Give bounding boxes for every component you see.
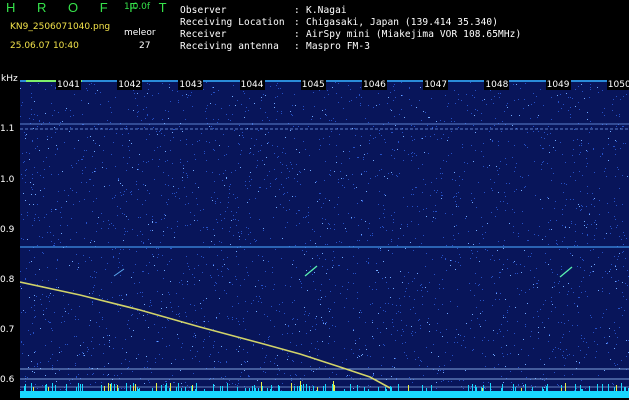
info-row-antenna: Receiving antenna : Maspro FM-3	[180, 40, 521, 52]
info-key: Receiving antenna	[180, 40, 279, 52]
info-value: Maspro FM-3	[306, 40, 371, 52]
info-value: AirSpy mini (Miakejima VOR 108.65MHz)	[306, 28, 522, 40]
baseline-band	[20, 391, 629, 398]
info-key: Observer	[180, 4, 227, 16]
info-value: K.Nagai	[306, 4, 347, 16]
meteor-echo	[113, 268, 125, 277]
noise-speckle	[20, 80, 629, 398]
x-tick-label: 1047	[423, 80, 449, 90]
y-tick-label: 0.7	[0, 325, 15, 335]
noise-speckle	[20, 80, 629, 398]
y-tick-label: 1.1	[0, 124, 15, 134]
info-value: Chigasaki, Japan (139.414 35.340)	[306, 16, 499, 28]
x-tick-label: 1046	[362, 80, 387, 90]
info-row-receiver: Receiver : AirSpy mini (Miakejima VOR 10…	[180, 28, 521, 40]
meleor-label: meleor	[124, 28, 156, 38]
x-tick-label: 1049	[545, 80, 571, 90]
meleor-count: 27	[139, 41, 151, 51]
datetime-label: 25.06.07 10:40	[10, 41, 79, 51]
doppler-trace	[20, 281, 391, 389]
meteor-echo	[559, 266, 573, 278]
y-tick-label: 0.9	[0, 225, 15, 235]
version-label: 1.0.0f	[124, 2, 151, 12]
info-separator: :	[294, 16, 300, 28]
x-tick-label: 1045	[300, 80, 326, 90]
info-separator: :	[294, 4, 300, 16]
x-tick-label: 1048	[484, 80, 510, 90]
info-separator: :	[294, 40, 300, 52]
x-tick-label: 1042	[117, 80, 143, 90]
x-tick-label: 1041	[56, 80, 81, 90]
info-row-location: Receiving Location : Chigasaki, Japan (1…	[180, 16, 521, 28]
filename-label: KN9_2506071040.png	[10, 22, 111, 32]
info-key: Receiver	[180, 28, 227, 40]
x-tick-label: 1043	[178, 80, 204, 90]
x-tick-label: 1044	[239, 80, 265, 90]
info-separator: :	[294, 28, 300, 40]
y-tick-label: 0.6	[0, 375, 15, 385]
info-row-observer: Observer : K.Nagai	[180, 4, 521, 16]
info-key: Receiving Location	[180, 16, 285, 28]
y-tick-label: 1.0	[0, 175, 15, 185]
app-title: H R O F F T	[6, 0, 176, 15]
x-tick-label: 1050	[606, 80, 629, 90]
y-tick-label: 0.8	[0, 275, 15, 285]
y-unit-label: kHz	[1, 74, 18, 84]
station-info: Observer : K.Nagai Receiving Location : …	[180, 4, 521, 52]
spectrogram-canvas	[20, 80, 629, 398]
spectrogram-plot	[20, 80, 629, 398]
